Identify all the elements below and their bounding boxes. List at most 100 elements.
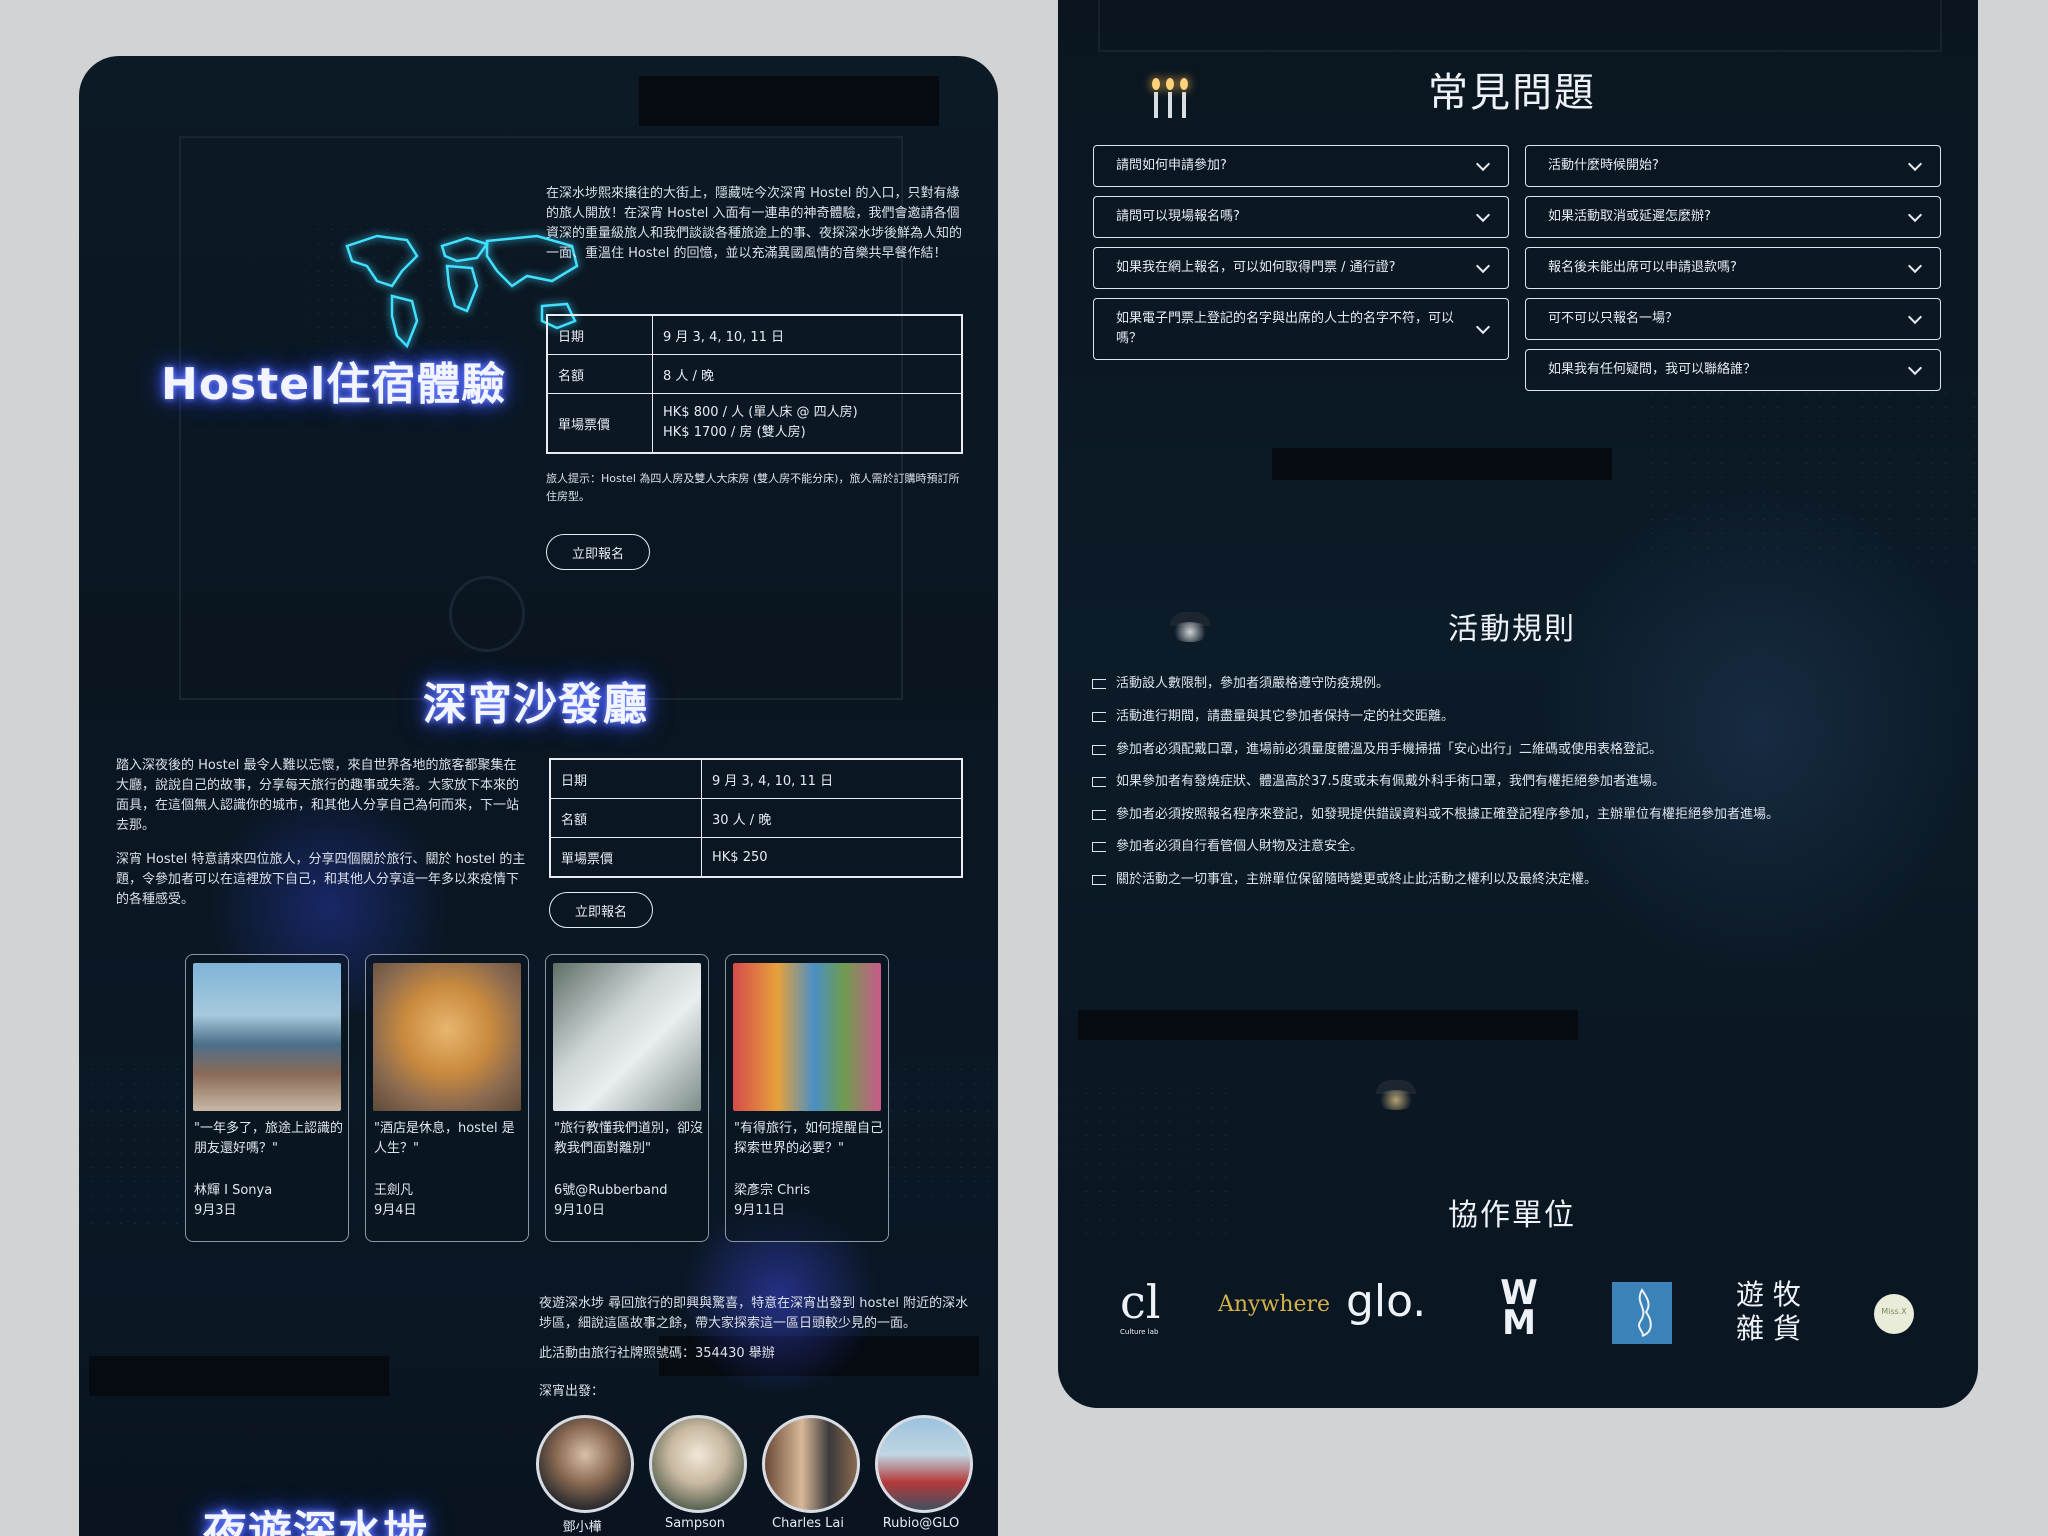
faq-item[interactable]: 如果我有任何疑問，我可以聯絡誰？ xyxy=(1525,349,1941,391)
speaker-quote: "酒店是休息，hostel 是人生？" xyxy=(374,1121,515,1156)
hostel-note: 旅人提示：Hostel 為四人房及雙人大床房 (雙人房不能分床)，旅人需於訂購時… xyxy=(546,472,960,503)
rule-item: 參加者必須配戴口罩，進場前必須量度體溫及用手機掃描「安心出行」二維碼或使用表格登… xyxy=(1092,740,1662,760)
night-tour-para: 夜遊深水埗 尋回旅行的即興與驚喜，特意在深宵出發到 hostel 附近的深水埗區… xyxy=(539,1296,969,1331)
table-value: 9 月 3, 4, 10, 11 日 xyxy=(701,758,963,799)
tag-icon xyxy=(1092,841,1106,852)
table-value: 30 人 / 晚 xyxy=(701,798,963,838)
chevron-down-icon xyxy=(1475,207,1491,223)
guide-name: Sampson xyxy=(664,1516,726,1531)
table-value: HK$ 800 / 人 (單人床 @ 四人房) HK$ 1700 / 房 (雙人房… xyxy=(652,393,963,454)
guide-avatar xyxy=(536,1415,634,1513)
chevron-down-icon xyxy=(1475,156,1491,172)
speaker-name: 梁彥宗 Chris 9月11日 xyxy=(734,1183,811,1218)
table-value: 8 人 / 晚 xyxy=(652,354,963,394)
anywhere-logo[interactable]: Anywhere xyxy=(1218,1292,1330,1317)
faq-item[interactable]: 請問可以現場報名嗎? xyxy=(1093,196,1509,238)
faq-title: 常見問題 xyxy=(1428,70,1596,116)
chevron-down-icon xyxy=(1907,207,1923,223)
guide-avatar xyxy=(762,1415,860,1513)
faq-item[interactable]: 如果電子門票上登記的名字與出席的人士的名字不符，可以嗎？ xyxy=(1093,298,1509,360)
table-key: 單場票價 xyxy=(546,393,653,454)
rule-item: 活動進行期間，請盡量與其它參加者保持一定的社交距離。 xyxy=(1092,707,1454,727)
rule-item: 參加者必須按照報名程序來登記，如發現提供錯誤資料或不根據正確登記程序參加，主辦單… xyxy=(1092,805,1779,825)
speaker-photo xyxy=(733,963,881,1111)
price-double: HK$ 1700 / 房 (雙人房) xyxy=(663,425,806,440)
table-key: 名額 xyxy=(546,354,653,394)
guide-avatar xyxy=(875,1415,973,1513)
license-text: 此活動由旅行社牌照號碼：354430 舉辦 xyxy=(539,1346,775,1361)
sofa-para-2: 深宵 Hostel 特意請來四位旅人，分享四個關於旅行、關於 hostel 的主… xyxy=(116,852,526,907)
chevron-down-icon xyxy=(1475,258,1491,274)
bg-shadow xyxy=(639,76,939,126)
hostel-intro: 在深水埗熙來攘往的大街上，隱藏咗今次深宵 Hostel 的入口，只對有緣的旅人開… xyxy=(546,186,963,261)
chevron-down-icon xyxy=(1907,309,1923,325)
event-page-left: Hostel住宿體驗 在深水埗熙來攘往的大街上，隱藏咗今次深宵 Hostel 的… xyxy=(79,56,998,1536)
rule-item: 如果參加者有發燒症狀、體溫高於37.5度或未有佩戴外科手術口罩，我們有權拒絕參加… xyxy=(1092,772,1665,792)
speaker-card[interactable]: "有得旅行，如何提醒自己探索世界的必要？" 梁彥宗 Chris 9月11日 xyxy=(725,954,889,1242)
lamp-glow xyxy=(1376,1090,1416,1110)
night-tour-title: 夜遊深水埗 xyxy=(203,1507,428,1536)
bg-mesh xyxy=(79,1056,189,1236)
bg-shadow xyxy=(1272,448,1612,480)
rules-title: 活動規則 xyxy=(1448,612,1576,647)
sofa-title: 深宵沙發廳 xyxy=(423,679,648,730)
tag-icon xyxy=(1092,744,1106,755)
tag-icon xyxy=(1092,711,1106,722)
sofa-info-table: 日期 9 月 3, 4, 10, 11 日 名額 30 人 / 晚 單場票價 HK$ … xyxy=(549,758,963,878)
speaker-name: 王劍凡 9月4日 xyxy=(374,1183,417,1218)
bg-glow xyxy=(1538,480,1978,980)
glo-logo[interactable]: glo. xyxy=(1346,1276,1426,1327)
faq-item[interactable]: 活動什麼時候開始? xyxy=(1525,145,1941,187)
guide-name: 鄧小樺 xyxy=(562,1520,602,1535)
rule-item: 活動設人數限制，參加者須嚴格遵守防疫規例。 xyxy=(1092,674,1389,694)
chevron-down-icon xyxy=(1475,319,1491,335)
speaker-photo xyxy=(373,963,521,1111)
guide-name: Rubio@GLO xyxy=(882,1516,960,1531)
speaker-card[interactable]: "酒店是休息，hostel 是人生？" 王劍凡 9月4日 xyxy=(365,954,529,1242)
table-key: 日期 xyxy=(546,314,653,355)
table-value: HK$ 250 xyxy=(701,837,963,878)
rule-item: 關於活動之一切事宜，主辦單位保留隨時變更或終止此活動之權利以及最終決定權。 xyxy=(1092,870,1597,890)
speaker-name: 6號@Rubberband 9月10日 xyxy=(554,1183,668,1218)
faq-item[interactable]: 可不可以只報名一場？ xyxy=(1525,298,1941,340)
speaker-quote: "旅行教懂我們道別，卻沒教我們面對離別" xyxy=(554,1121,703,1156)
faq-item[interactable]: 請問如何申請參加? xyxy=(1093,145,1509,187)
speaker-card[interactable]: "旅行教懂我們道別，卻沒教我們面對離別" 6號@Rubberband 9月10日 xyxy=(545,954,709,1242)
sofa-para-1: 踏入深夜後的 Hostel 最令人難以忘懷，來自世界各地的旅客都聚集在大廳，說說… xyxy=(116,758,520,833)
chevron-down-icon xyxy=(1907,258,1923,274)
table-key: 名額 xyxy=(549,798,702,838)
speaker-name: 林輝 I Sonya 9月3日 xyxy=(194,1183,273,1218)
faq-item[interactable]: 報名後未能出席可以申請退款嗎? xyxy=(1525,247,1941,289)
speaker-quote: "有得旅行，如何提醒自己探索世界的必要？" xyxy=(734,1121,883,1156)
guide-name: Charles Lai xyxy=(772,1516,844,1531)
chevron-down-icon xyxy=(1907,360,1923,376)
tag-icon xyxy=(1092,809,1106,820)
flame-icon xyxy=(1638,1288,1652,1337)
clock-icon xyxy=(449,576,525,652)
faq-item[interactable]: 如果活動取消或延遲怎麼辦? xyxy=(1525,196,1941,238)
wm-logo[interactable]: W M xyxy=(1494,1276,1544,1340)
table-key: 單場票價 xyxy=(549,837,702,878)
culture-lab-logo[interactable]: cl Culture lab xyxy=(1118,1278,1178,1338)
bg-shadow xyxy=(1078,1010,1578,1040)
tag-icon xyxy=(1092,776,1106,787)
tag-icon xyxy=(1092,678,1106,689)
hostel-register-button[interactable]: 立即報名 xyxy=(546,534,650,570)
hostel-title: Hostel住宿體驗 xyxy=(161,359,507,410)
bg-mesh xyxy=(1058,1080,1238,1240)
sofa-register-button[interactable]: 立即報名 xyxy=(549,892,653,928)
speaker-card[interactable]: "一年多了，旅途上認識的朋友還好嗎？" 林輝 I Sonya 9月3日 xyxy=(185,954,349,1242)
missx-logo[interactable]: Miss.X xyxy=(1874,1294,1914,1334)
depart-label: 深宵出發： xyxy=(539,1384,605,1399)
speaker-quote: "一年多了，旅途上認識的朋友還好嗎？" xyxy=(194,1121,343,1156)
guide-avatar xyxy=(649,1415,747,1513)
youmu-logo[interactable]: 遊 牧雜 貨 xyxy=(1736,1278,1801,1346)
bg-frame xyxy=(1098,0,1942,52)
rule-item: 參加者必須自行看管個人財物及注意安全。 xyxy=(1092,837,1363,857)
lamp-glow xyxy=(1170,622,1210,642)
bg-shadow xyxy=(89,1356,389,1396)
chevron-down-icon xyxy=(1907,156,1923,172)
table-key: 日期 xyxy=(549,758,702,799)
faq-item[interactable]: 如果我在網上報名，可以如何取得門票 / 通行證? xyxy=(1093,247,1509,289)
crest-logo[interactable] xyxy=(1612,1282,1672,1344)
